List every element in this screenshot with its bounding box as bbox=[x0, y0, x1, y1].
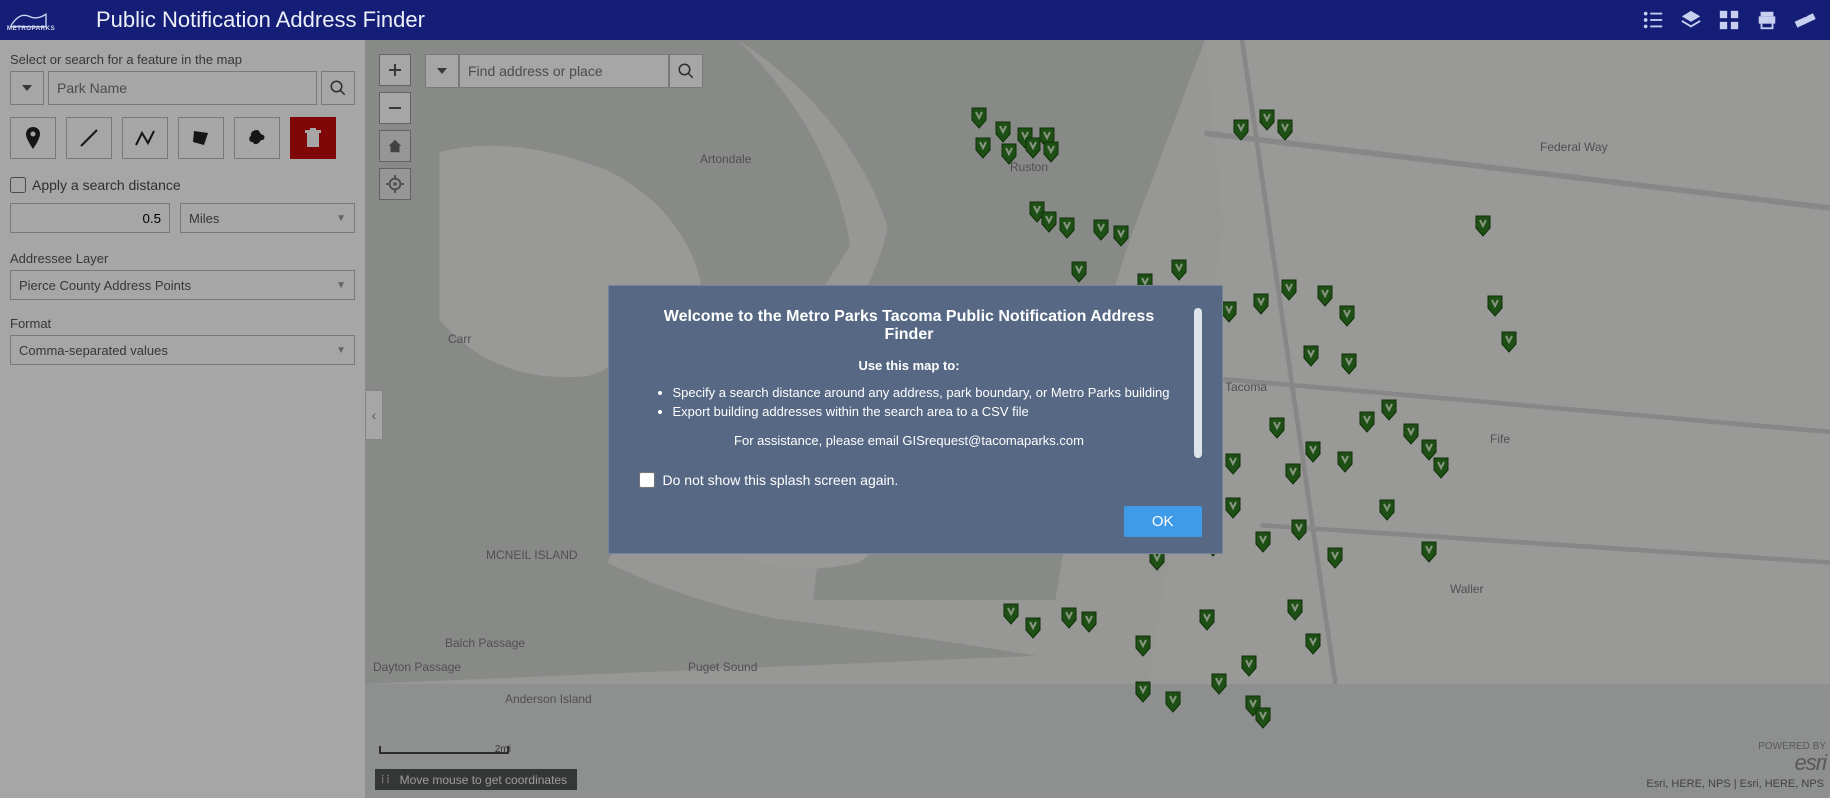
layers-button[interactable] bbox=[1676, 5, 1706, 35]
modal-bullet: Specify a search distance around any add… bbox=[673, 385, 1180, 400]
dont-show-again-label: Do not show this splash screen again. bbox=[663, 472, 899, 488]
legend-button[interactable] bbox=[1638, 5, 1668, 35]
splash-overlay: Welcome to the Metro Parks Tacoma Public… bbox=[0, 40, 1830, 798]
modal-title: Welcome to the Metro Parks Tacoma Public… bbox=[639, 308, 1180, 344]
modal-bullet: Export building addresses within the sea… bbox=[673, 404, 1180, 419]
svg-text:METROPARKS: METROPARKS bbox=[7, 25, 55, 32]
logo: METROPARKS bbox=[6, 5, 86, 35]
modal-assist: For assistance, please email GISrequest@… bbox=[639, 433, 1180, 448]
modal-scrollbar[interactable] bbox=[1194, 308, 1202, 458]
basemap-button[interactable] bbox=[1714, 5, 1744, 35]
dont-show-again-checkbox[interactable] bbox=[639, 472, 655, 488]
metroparks-logo-icon: METROPARKS bbox=[6, 5, 86, 35]
ok-button[interactable]: OK bbox=[1124, 506, 1202, 537]
app-title: Public Notification Address Finder bbox=[96, 7, 425, 33]
splash-modal: Welcome to the Metro Parks Tacoma Public… bbox=[608, 285, 1223, 554]
header-toolbar bbox=[1638, 5, 1824, 35]
modal-intro: Use this map to: bbox=[639, 358, 1180, 373]
print-button[interactable] bbox=[1752, 5, 1782, 35]
content: Select or search for a feature in the ma… bbox=[0, 40, 1830, 798]
header-bar: METROPARKS Public Notification Address F… bbox=[0, 0, 1830, 40]
measure-button[interactable] bbox=[1790, 5, 1820, 35]
